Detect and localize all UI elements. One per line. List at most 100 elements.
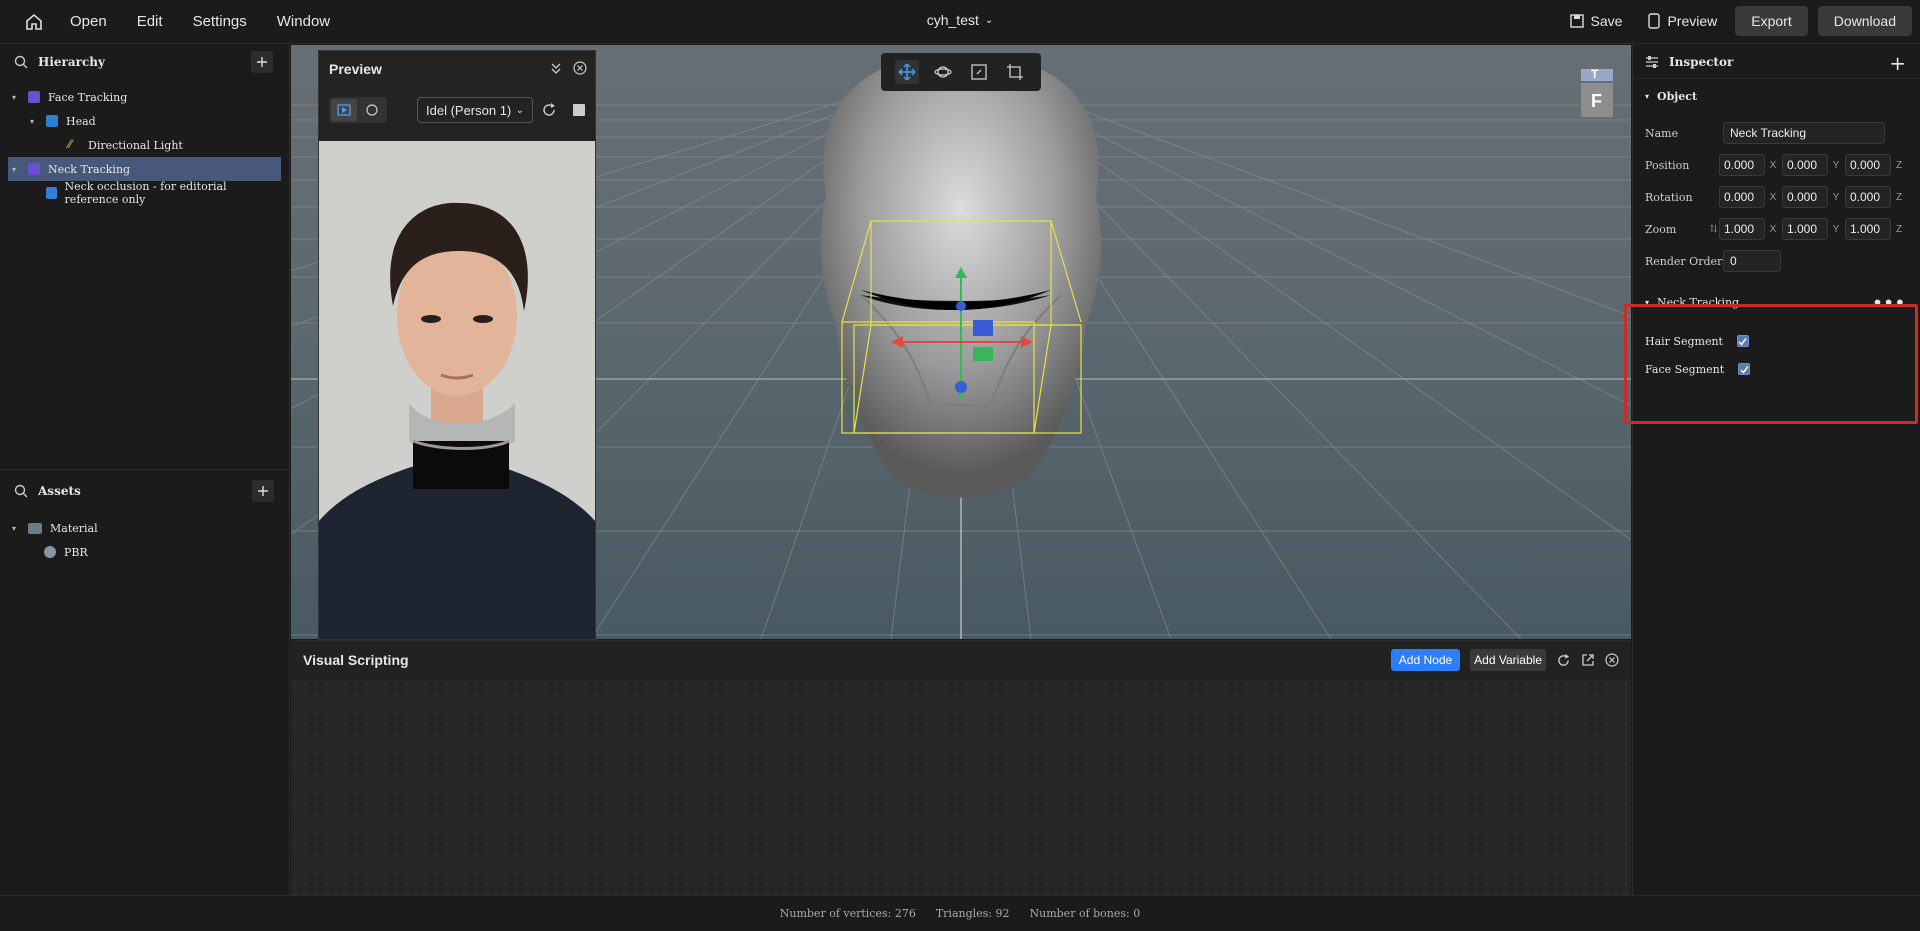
visual-scripting-title: Visual Scripting (303, 652, 409, 668)
more-icon[interactable]: ••• (1872, 293, 1906, 312)
menu-edit[interactable]: Edit (137, 13, 163, 30)
rect-tool-icon[interactable] (1003, 60, 1027, 84)
neck-tracking-section: ▾ Neck Tracking ••• Hair Segment Face Se… (1633, 285, 1920, 383)
tree-item-head[interactable]: ▾ Head (8, 109, 281, 133)
hair-segment-checkbox[interactable] (1736, 335, 1749, 347)
position-x-field[interactable]: 0.000 (1719, 154, 1765, 176)
tree-item-label: Head (66, 114, 96, 128)
export-button[interactable]: Export (1735, 6, 1808, 36)
save-button[interactable]: Save (1562, 7, 1631, 35)
tree-item-directional-light[interactable]: ⁄⁄ Directional Light (8, 133, 281, 157)
visual-scripting-panel: Visual Scripting Add Node Add Variable (291, 640, 1631, 895)
refresh-icon[interactable] (1556, 653, 1571, 668)
tree-item-label: Face Tracking (48, 90, 128, 104)
stop-icon[interactable] (573, 104, 585, 116)
rotation-x-field[interactable]: 0.000 (1719, 186, 1765, 208)
hair-segment-row: Hair Segment (1633, 327, 1920, 355)
object-section: ▾ Object Name Neck Tracking Position 0.0… (1633, 79, 1920, 277)
position-y-field[interactable]: 0.000 (1782, 154, 1828, 176)
move-tool-icon[interactable] (895, 60, 919, 84)
person-select[interactable]: Idel (Person 1) ⌄ (417, 97, 533, 123)
hierarchy-title: Hierarchy (38, 55, 105, 69)
left-panel: Hierarchy ▾ Face Tracking ▾ Head ⁄⁄ Dire… (0, 45, 290, 895)
tree-item-neck-occlusion[interactable]: Neck occlusion - for editorial reference… (8, 180, 281, 206)
caret-down-icon: ▾ (1645, 297, 1650, 307)
axis-x-label: X (1769, 223, 1777, 235)
zoom-row: Zoom ⇅ 1.000 X 1.000 Y 1.000 Z (1633, 213, 1920, 245)
face-segment-checkbox[interactable] (1738, 363, 1751, 375)
axis-y-label: Y (1832, 223, 1840, 235)
visual-scripting-header: Visual Scripting Add Node Add Variable (291, 641, 1631, 679)
download-button[interactable]: Download (1817, 6, 1912, 36)
name-label: Name (1645, 126, 1679, 140)
axis-x-label: X (1769, 191, 1777, 203)
menu-open[interactable]: Open (70, 13, 107, 30)
project-selector[interactable]: cyh_test ⌄ (927, 12, 994, 28)
preview-button[interactable]: Preview (1640, 7, 1725, 35)
asset-folder-material[interactable]: ▾ Material (8, 516, 282, 540)
caret-down-icon[interactable]: ▾ (12, 165, 22, 174)
search-icon[interactable] (14, 55, 28, 69)
light-icon: ⁄⁄ (68, 138, 72, 151)
tree-item-label: Neck Tracking (48, 162, 131, 176)
caret-down-icon[interactable]: ▾ (12, 524, 22, 533)
refresh-icon[interactable] (541, 102, 557, 118)
rotation-y-field[interactable]: 0.000 (1782, 186, 1828, 208)
name-field[interactable]: Neck Tracking (1723, 122, 1885, 144)
object-section-header[interactable]: ▾ Object (1633, 79, 1920, 113)
caret-down-icon[interactable]: ▾ (30, 117, 40, 126)
project-name: cyh_test (926, 12, 979, 28)
zoom-y-field[interactable]: 1.000 (1782, 218, 1828, 240)
face-segment-label: Face Segment (1645, 362, 1725, 376)
rotate-tool-icon[interactable] (931, 60, 955, 84)
zoom-x-field[interactable]: 1.000 (1719, 218, 1765, 240)
rotation-label: Rotation (1645, 190, 1693, 204)
assets-header: Assets (0, 474, 290, 508)
status-bar: Number of vertices: 276 Triangles: 92 Nu… (0, 895, 1920, 931)
tracking-icon (28, 91, 40, 103)
search-icon[interactable] (14, 484, 28, 498)
add-node-button[interactable]: Add Node (1390, 649, 1461, 671)
mesh-icon (46, 115, 58, 127)
sliders-icon (1646, 55, 1658, 68)
menu-window[interactable]: Window (277, 13, 330, 30)
tree-item-neck-tracking[interactable]: ▾ Neck Tracking (8, 157, 281, 181)
add-hierarchy-button[interactable] (251, 51, 273, 73)
add-asset-button[interactable] (252, 480, 274, 502)
plus-icon (258, 486, 268, 496)
asset-label: PBR (64, 545, 88, 559)
zoom-z-field[interactable]: 1.000 (1845, 218, 1891, 240)
collapse-icon[interactable] (549, 61, 563, 75)
preview-title: Preview (329, 61, 382, 77)
caret-down-icon[interactable]: ▾ (12, 93, 22, 102)
home-icon[interactable] (20, 8, 48, 36)
camera-mode-icon[interactable] (359, 99, 385, 121)
rotation-z-field[interactable]: 0.000 (1845, 186, 1891, 208)
menu-settings[interactable]: Settings (193, 13, 247, 30)
scale-tool-icon[interactable] (967, 60, 991, 84)
add-variable-button[interactable]: Add Variable (1470, 649, 1546, 671)
plus-icon (257, 57, 267, 67)
asset-pbr[interactable]: PBR (8, 540, 282, 564)
neck-tracking-section-header[interactable]: ▾ Neck Tracking ••• (1633, 285, 1920, 319)
external-link-icon[interactable] (1581, 653, 1595, 667)
view-cube[interactable]: T F (1579, 67, 1615, 119)
top-bar: Open Edit Settings Window cyh_test ⌄ Sav… (0, 0, 1920, 44)
save-label: Save (1590, 13, 1623, 29)
tree-item-face-tracking[interactable]: ▾ Face Tracking (8, 85, 281, 109)
render-order-field[interactable]: 0 (1723, 250, 1781, 272)
preview-panel: Preview Idel (Person 1) ⌄ (318, 50, 596, 640)
video-mode-icon[interactable] (331, 99, 357, 121)
assets-title: Assets (38, 484, 81, 498)
close-icon[interactable] (1605, 653, 1619, 667)
link-icon[interactable]: ⇅ (1710, 224, 1719, 235)
axis-z-label: Z (1895, 159, 1903, 171)
name-row: Name Neck Tracking (1633, 117, 1920, 149)
add-component-icon[interactable]: + (1889, 51, 1906, 75)
node-canvas[interactable] (291, 679, 1631, 895)
mesh-icon (46, 187, 57, 199)
chevron-down-icon: ⌄ (515, 104, 524, 116)
close-icon[interactable] (573, 61, 587, 75)
position-z-field[interactable]: 0.000 (1845, 154, 1891, 176)
assets-tree: ▾ Material PBR (0, 516, 290, 564)
